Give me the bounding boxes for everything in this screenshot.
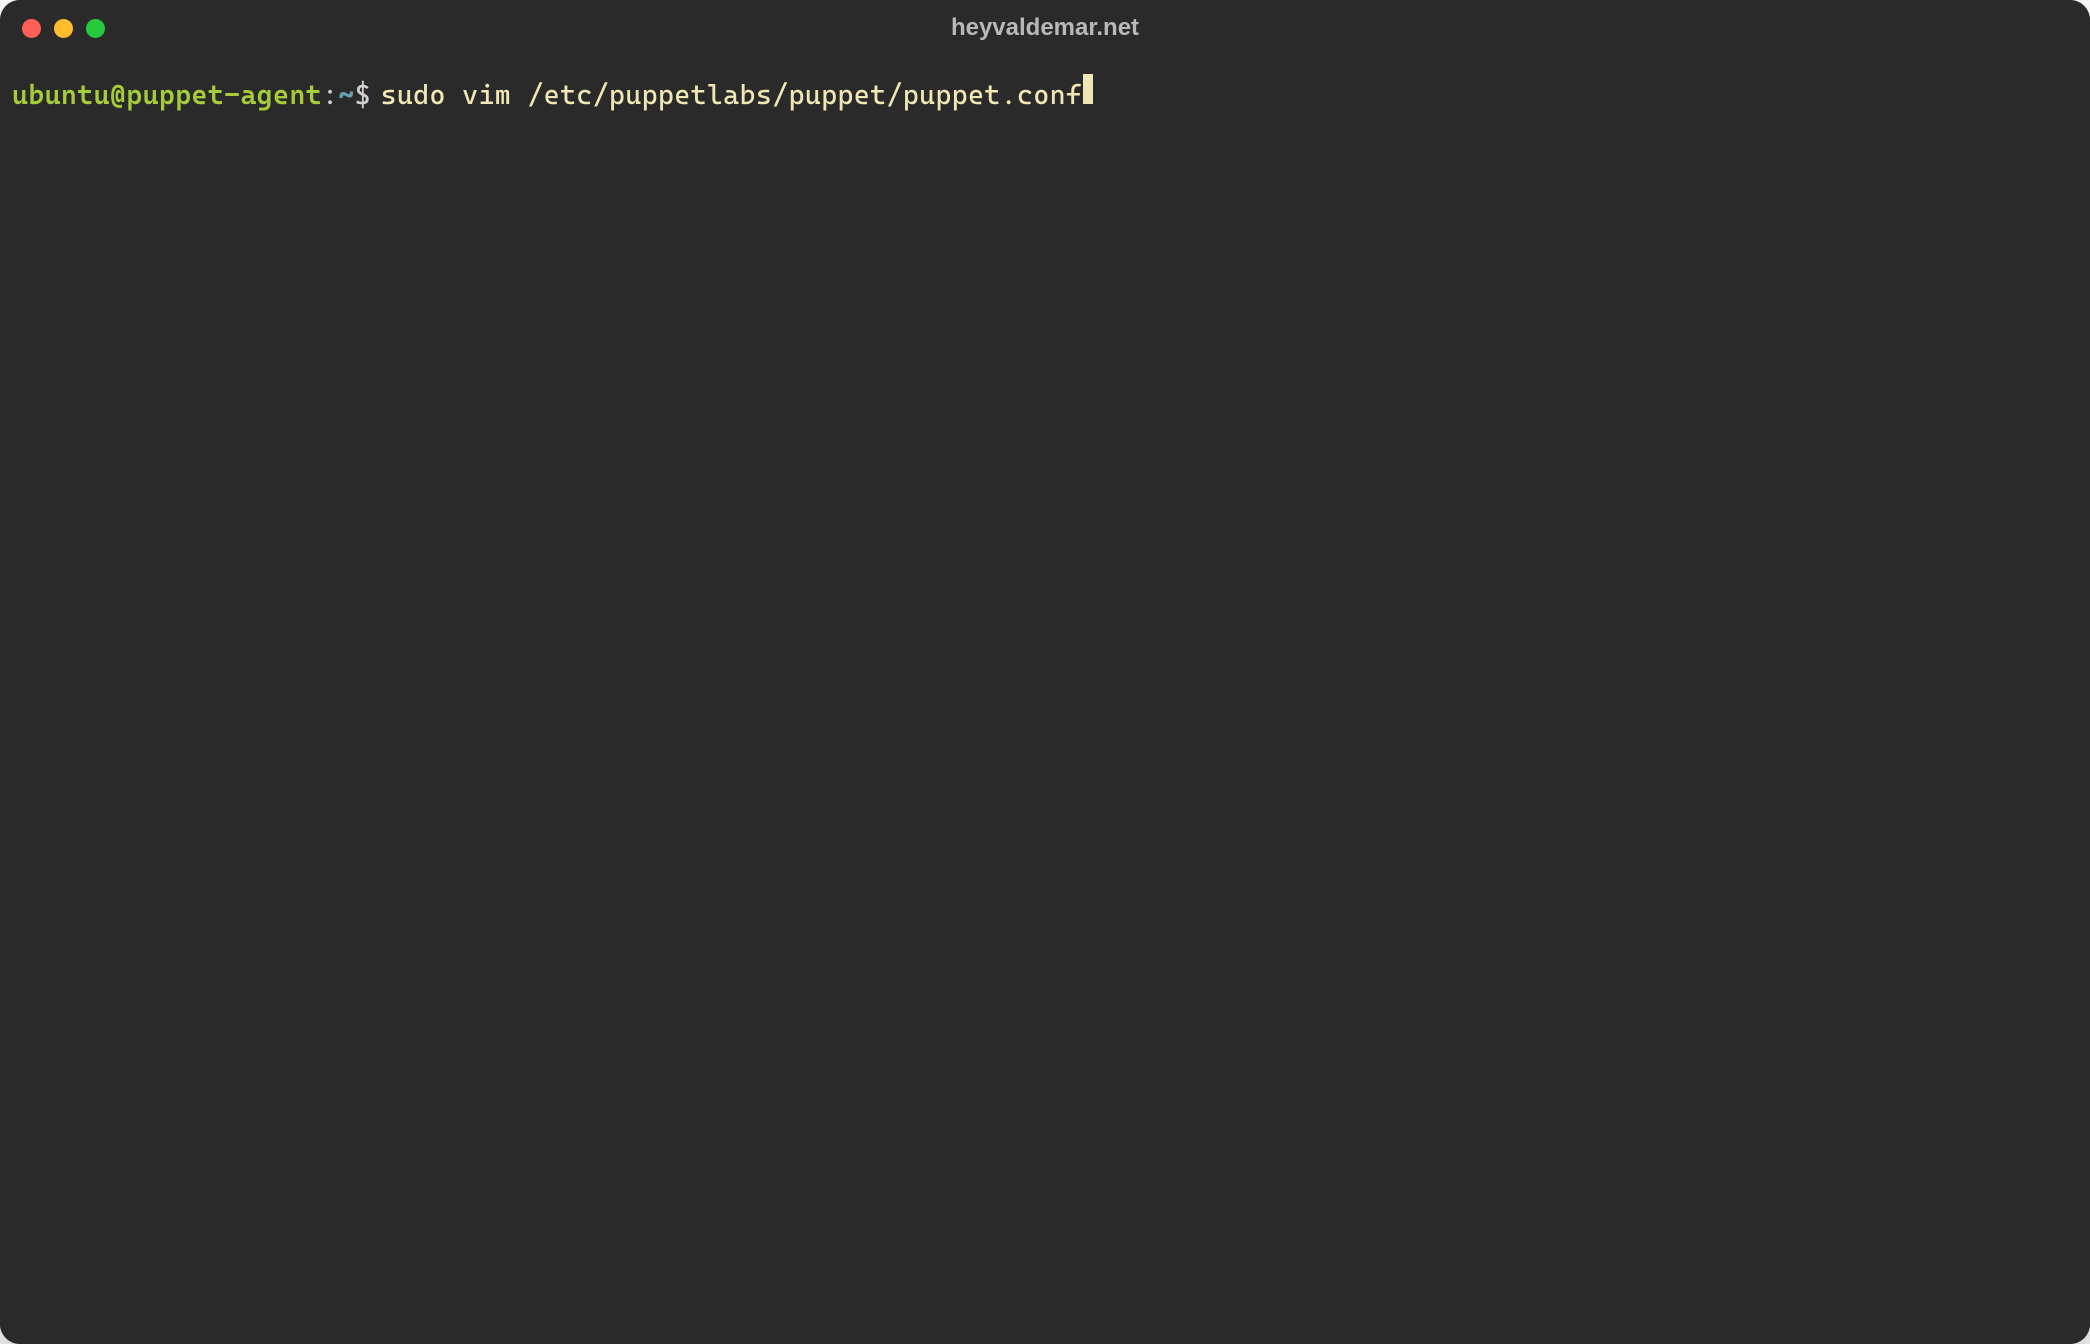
- terminal-body[interactable]: ubuntu@puppet-agent:~$ sudo vim /etc/pupp…: [0, 56, 2090, 1344]
- prompt-symbol: $: [355, 77, 371, 115]
- minimize-button[interactable]: [54, 19, 73, 38]
- terminal-window: heyvaldemar.net ubuntu@puppet-agent:~$ su…: [0, 0, 2090, 1344]
- window-title: heyvaldemar.net: [951, 14, 1139, 42]
- command-input-text[interactable]: sudo vim /etc/puppetlabs/puppet/puppet.c…: [381, 77, 1083, 115]
- title-bar: heyvaldemar.net: [0, 0, 2090, 56]
- traffic-lights: [22, 19, 105, 38]
- cursor-icon: [1083, 74, 1092, 104]
- zoom-button[interactable]: [86, 19, 105, 38]
- close-button[interactable]: [22, 19, 41, 38]
- prompt-path: ~: [338, 77, 354, 115]
- prompt-user-host: ubuntu@puppet-agent: [12, 77, 322, 115]
- prompt-separator: :: [322, 77, 338, 115]
- prompt-line: ubuntu@puppet-agent:~$ sudo vim /etc/pupp…: [12, 74, 2078, 114]
